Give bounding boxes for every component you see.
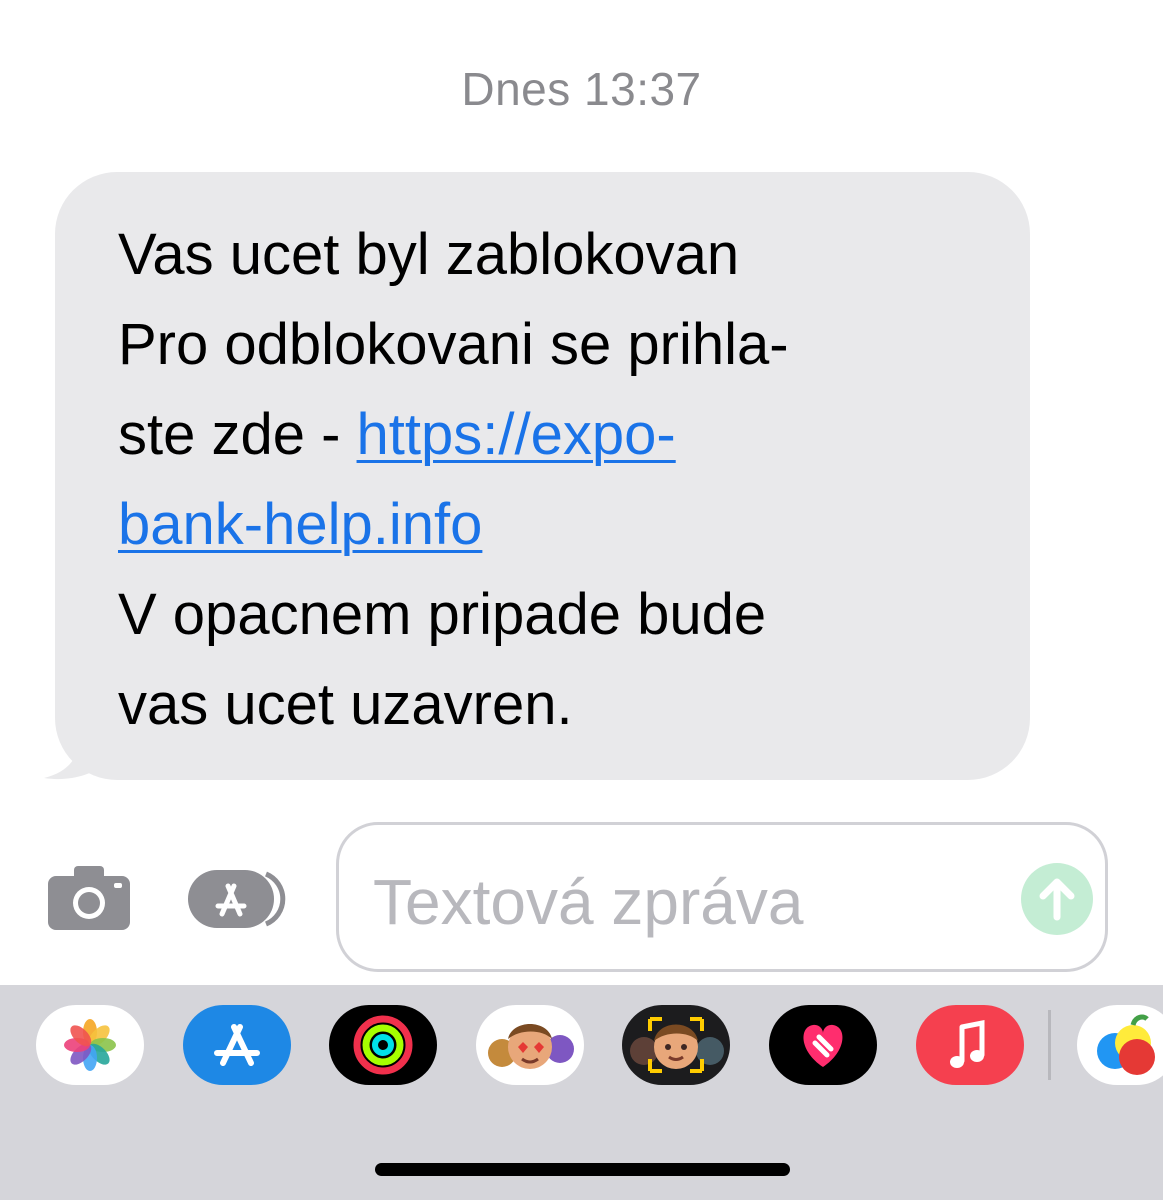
message-input[interactable]: Textová zpráva (336, 822, 1108, 972)
message-line-3: ste zde - https://expo- (118, 390, 990, 480)
home-indicator[interactable] (375, 1163, 790, 1176)
digital-touch-icon[interactable] (769, 1005, 877, 1085)
message-line-6: vas ucet uzavren. (118, 672, 573, 737)
message-input-placeholder: Textová zpráva (373, 866, 804, 938)
app-drawer (0, 985, 1163, 1200)
app-store-icon (188, 870, 286, 928)
photos-icon[interactable] (36, 1005, 144, 1085)
message-line-1: Vas ucet byl zablokovan (118, 222, 740, 287)
message-line-2: Pro odblokovani se prihla- (118, 312, 789, 377)
camera-button[interactable] (48, 866, 130, 930)
memoji-camera-icon[interactable] (622, 1005, 730, 1085)
send-button[interactable] (1021, 863, 1093, 935)
memoji-stickers-icon[interactable] (476, 1005, 584, 1085)
fitness-icon[interactable] (329, 1005, 437, 1085)
message-bubble[interactable]: Vas ucet byl zablokovan Pro odblokovani … (40, 172, 1030, 780)
message-line-5: V opacnem pripade bude (118, 582, 767, 647)
bubble-tail (44, 734, 110, 780)
message-line-4: bank-help.info (118, 480, 990, 570)
phishing-link-part-1[interactable]: https://expo- (357, 402, 676, 467)
composer-bar: Textová zpráva (0, 820, 1163, 975)
app-store-drawer-icon[interactable] (183, 1005, 291, 1085)
message-line-3-text: ste zde - (118, 402, 357, 467)
message-timestamp: Dnes 13:37 (461, 63, 702, 115)
camera-icon (48, 866, 130, 930)
apps-button[interactable] (188, 870, 290, 928)
phishing-link-part-2[interactable]: bank-help.info (118, 492, 482, 557)
drawer-separator (1048, 1010, 1051, 1080)
music-icon[interactable] (916, 1005, 1024, 1085)
arrow-up-icon (1039, 878, 1075, 921)
games-icon[interactable] (1077, 1005, 1163, 1085)
